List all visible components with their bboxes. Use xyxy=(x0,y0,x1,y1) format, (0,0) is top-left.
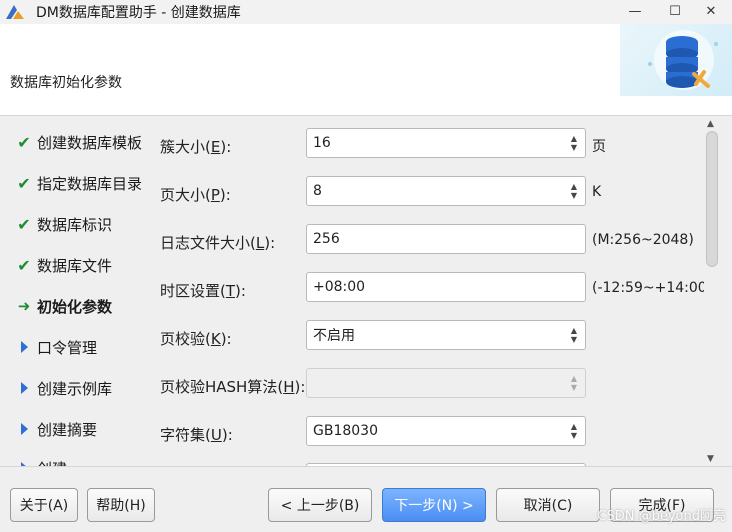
step-summary[interactable]: 创建摘要 xyxy=(14,418,97,440)
triangle-right-icon xyxy=(14,341,34,353)
updown-icon: ▲ ▼ xyxy=(570,422,577,440)
check-icon: ✔ xyxy=(17,255,31,275)
about-button[interactable]: 关于(A) xyxy=(10,488,78,522)
app-icon xyxy=(6,5,24,19)
scroll-down-icon[interactable]: ▼ xyxy=(707,454,714,464)
check-icon: ✔ xyxy=(17,173,31,193)
step-create-template[interactable]: ✔ 创建数据库模板 xyxy=(14,131,142,153)
page-title: 数据库初始化参数 xyxy=(10,75,122,91)
database-config-icon xyxy=(620,24,732,96)
updown-icon: ▲ ▼ xyxy=(570,134,577,152)
page-size-unit: K xyxy=(592,184,602,200)
triangle-right-icon xyxy=(14,423,34,435)
step-label: 创建 xyxy=(37,458,67,467)
extent-size-select[interactable]: 16 ▲ ▼ xyxy=(306,128,586,158)
cancel-button[interactable]: 取消(C) xyxy=(496,488,600,522)
step-label: 指定数据库目录 xyxy=(37,174,143,193)
extent-size-unit: 页 xyxy=(592,139,606,155)
step-db-files[interactable]: ✔ 数据库文件 xyxy=(14,254,112,276)
title-bar: DM数据库配置助手 - 创建数据库 — ☐ ✕ xyxy=(0,0,732,24)
triangle-right-icon xyxy=(14,382,34,394)
maximize-icon: ☐ xyxy=(669,3,681,19)
watermark: CSDN @beyond阿亮 xyxy=(597,509,726,524)
page-size-label: 页大小(P): xyxy=(160,186,231,204)
page-size-value: 8 xyxy=(313,183,322,199)
step-label: 初始化参数 xyxy=(37,297,113,316)
step-db-identity[interactable]: ✔ 数据库标识 xyxy=(14,213,112,235)
button-bar: 关于(A) 帮助(H) < 上一步(B) 下一步(N) > 取消(C) 完成(F… xyxy=(0,466,732,532)
charset-select[interactable]: GB18030 ▲ ▼ xyxy=(306,416,586,446)
step-label: 创建摘要 xyxy=(37,420,98,439)
scrollbar-thumb[interactable] xyxy=(706,131,718,267)
step-label: 数据库文件 xyxy=(37,256,113,275)
charset-value: GB18030 xyxy=(313,423,378,439)
page-check-hash-select: ▲ ▼ xyxy=(306,368,586,398)
step-label: 口令管理 xyxy=(37,338,98,357)
step-init-params[interactable]: ➜ 初始化参数 xyxy=(14,295,112,317)
check-icon: ✔ xyxy=(17,132,31,152)
time-zone-range: (-12:59~+14:00) xyxy=(592,280,704,296)
updown-icon: ▲ ▼ xyxy=(570,182,577,200)
log-size-input[interactable]: 256 xyxy=(306,224,586,254)
step-db-directory[interactable]: ✔ 指定数据库目录 xyxy=(14,172,142,194)
wizard-steps: ✔ 创建数据库模板 ✔ 指定数据库目录 ✔ 数据库标识 ✔ 数据库文件 ➜ 初始… xyxy=(0,117,148,466)
step-label: 创建数据库模板 xyxy=(37,133,143,152)
page-check-hash-label: 页校验HASH算法(H): xyxy=(160,378,306,396)
extent-size-value: 16 xyxy=(313,135,331,151)
page-size-select[interactable]: 8 ▲ ▼ xyxy=(306,176,586,206)
wizard-header: 数据库初始化参数 xyxy=(0,24,732,116)
page-check-value: 不启用 xyxy=(313,328,355,344)
time-zone-label: 时区设置(T): xyxy=(160,282,246,300)
log-size-range: (M:256~2048) xyxy=(592,232,694,248)
close-icon: ✕ xyxy=(705,3,717,19)
help-button[interactable]: 帮助(H) xyxy=(87,488,155,522)
step-create[interactable]: 创建 xyxy=(14,457,67,466)
time-zone-value: +08:00 xyxy=(313,279,366,295)
close-button[interactable]: ✕ xyxy=(694,0,728,22)
log-size-label: 日志文件大小(L): xyxy=(160,234,276,252)
init-params-form: 簇大小(E): 16 ▲ ▼ 页 页大小(P): 8 ▲ ▼ K 日志文件大小(L)… xyxy=(148,117,704,466)
extent-size-label: 簇大小(E): xyxy=(160,138,232,156)
updown-icon: ▲ ▼ xyxy=(570,374,577,392)
minimize-icon: — xyxy=(628,3,642,19)
arrow-right-icon: ➜ xyxy=(17,297,31,315)
page-check-select[interactable]: 不启用 ▲ ▼ xyxy=(306,320,586,350)
step-label: 数据库标识 xyxy=(37,215,113,234)
check-icon: ✔ xyxy=(17,214,31,234)
page-check-label: 页校验(K): xyxy=(160,330,232,348)
back-button[interactable]: < 上一步(B) xyxy=(268,488,372,522)
time-zone-input[interactable]: +08:00 xyxy=(306,272,586,302)
updown-icon: ▲ ▼ xyxy=(570,326,577,344)
step-sample-db[interactable]: 创建示例库 xyxy=(14,377,112,399)
log-size-value: 256 xyxy=(313,231,340,247)
maximize-button[interactable]: ☐ xyxy=(658,0,692,22)
step-label: 创建示例库 xyxy=(37,379,113,398)
form-scrollbar[interactable]: ▲ ▼ xyxy=(704,117,720,466)
minimize-button[interactable]: — xyxy=(618,0,652,22)
next-button[interactable]: 下一步(N) > xyxy=(382,488,486,522)
scroll-up-icon[interactable]: ▲ xyxy=(707,119,714,129)
charset-label: 字符集(U): xyxy=(160,426,233,444)
window-title: DM数据库配置助手 - 创建数据库 xyxy=(36,5,241,21)
step-password[interactable]: 口令管理 xyxy=(14,336,97,358)
